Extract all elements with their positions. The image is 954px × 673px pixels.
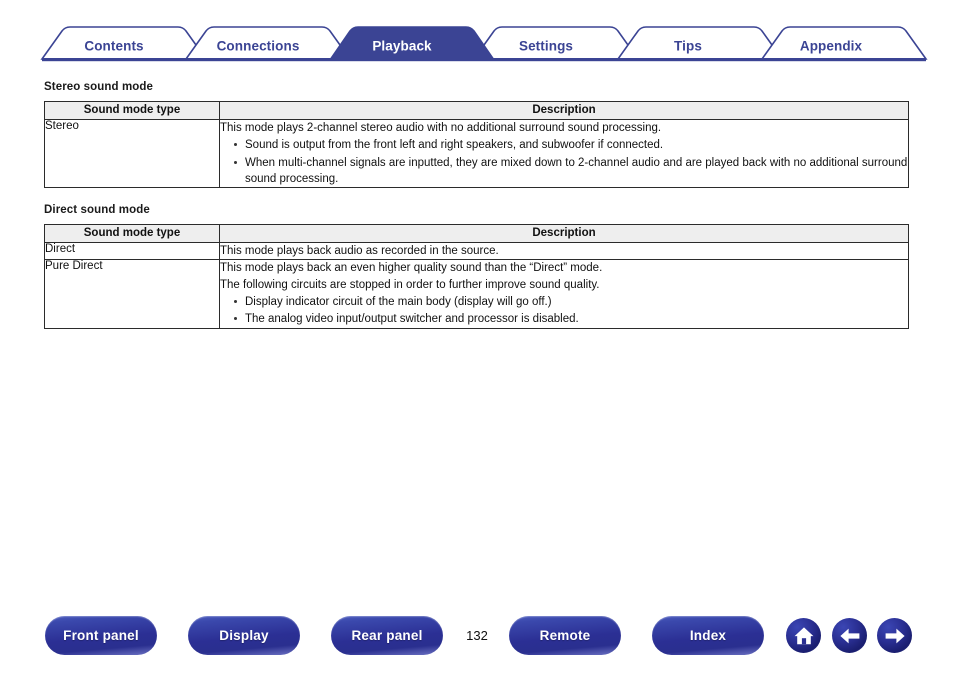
tab-appendix[interactable]: Appendix (800, 39, 862, 54)
display-button[interactable]: Display (188, 616, 300, 655)
arrow-left-icon (838, 624, 862, 648)
cell-description: This mode plays back audio as recorded i… (219, 241, 909, 261)
remote-button[interactable]: Remote (509, 616, 621, 655)
column-header-sound-mode-type: Sound mode type (44, 224, 220, 243)
tab-playback[interactable]: Playback (372, 39, 431, 54)
table-row: Stereo This mode plays 2-channel stereo … (44, 118, 909, 189)
list-item: The analog video input/output switcher a… (234, 311, 908, 327)
manual-page: Contents Connections Playback Settings T… (0, 0, 954, 673)
cell-sound-mode-type: Pure Direct (44, 259, 220, 329)
home-button[interactable] (786, 618, 821, 653)
next-button[interactable] (877, 618, 912, 653)
table-row: Pure Direct This mode plays back an even… (44, 259, 909, 329)
description-line: This mode plays 2-channel stereo audio w… (220, 122, 662, 134)
section-heading-direct-sound-mode: Direct sound mode (44, 204, 150, 216)
table-header-row: Sound mode type Description (44, 224, 909, 243)
tab-contents[interactable]: Contents (84, 39, 143, 54)
front-panel-button[interactable]: Front panel (45, 616, 157, 655)
table-header-row: Sound mode type Description (44, 101, 909, 120)
cell-description: This mode plays back an even higher qual… (219, 259, 909, 329)
stereo-sound-mode-table: Sound mode type Description Stereo This … (44, 101, 909, 189)
rear-panel-button[interactable]: Rear panel (331, 616, 443, 655)
description-line: This mode plays back an even higher qual… (220, 262, 603, 275)
column-header-description: Description (219, 224, 909, 243)
list-item: Display indicator circuit of the main bo… (234, 294, 908, 310)
cell-description: This mode plays 2-channel stereo audio w… (219, 118, 909, 189)
tab-tips[interactable]: Tips (674, 39, 702, 54)
index-button[interactable]: Index (652, 616, 764, 655)
tab-connections[interactable]: Connections (217, 39, 300, 54)
column-header-description: Description (219, 101, 909, 120)
bottom-navigation-bar: Front panel Display Rear panel 132 Remot… (0, 616, 954, 658)
section-heading-stereo-sound-mode: Stereo sound mode (44, 81, 154, 93)
tab-settings[interactable]: Settings (519, 39, 573, 54)
top-tab-bar: Contents Connections Playback Settings T… (0, 14, 954, 64)
home-icon (792, 624, 816, 648)
list-item: Sound is output from the front left and … (234, 137, 908, 153)
direct-sound-mode-table: Sound mode type Description Direct This … (44, 224, 909, 329)
description-line: This mode plays back audio as recorded i… (220, 245, 499, 257)
description-bullets: Display indicator circuit of the main bo… (220, 294, 908, 328)
back-button[interactable] (832, 618, 867, 653)
table-row: Direct This mode plays back audio as rec… (44, 241, 909, 261)
cell-sound-mode-type: Direct (44, 241, 220, 261)
tab-baseline (42, 58, 926, 62)
arrow-right-icon (883, 624, 907, 648)
description-bullets: Sound is output from the front left and … (220, 137, 908, 187)
column-header-sound-mode-type: Sound mode type (44, 101, 220, 120)
page-number: 132 (466, 628, 488, 643)
list-item: When multi-channel signals are inputted,… (234, 155, 908, 188)
cell-sound-mode-type: Stereo (44, 118, 220, 189)
description-line: The following circuits are stopped in or… (220, 278, 600, 291)
